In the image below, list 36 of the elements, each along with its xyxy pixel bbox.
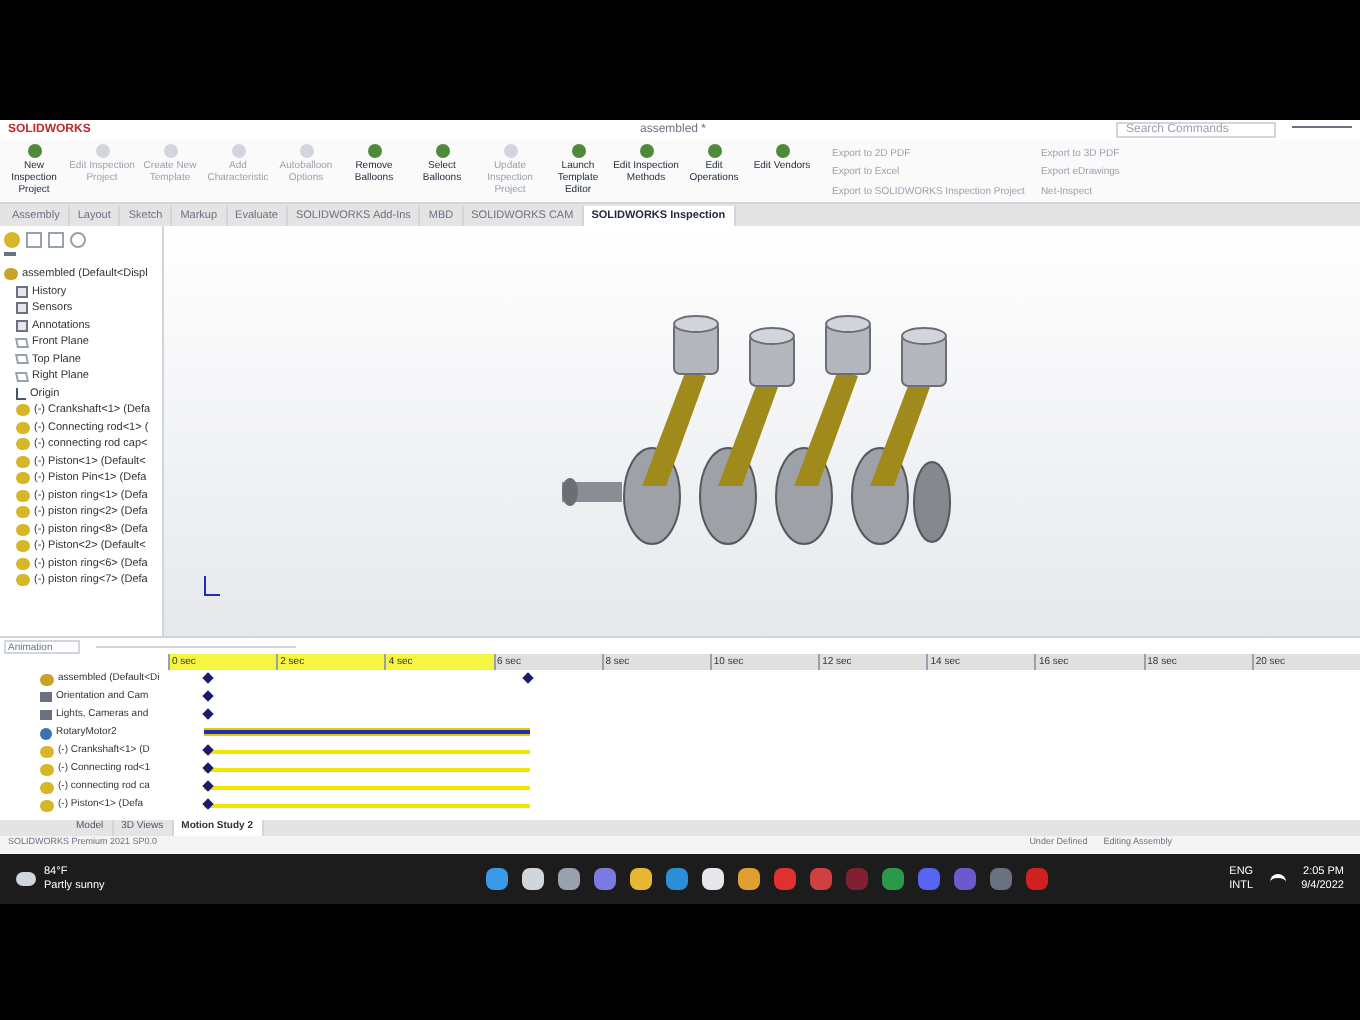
tool-icon <box>435 144 449 158</box>
key-point[interactable] <box>521 672 533 684</box>
key-point[interactable] <box>202 672 214 684</box>
motor-icon <box>40 727 52 739</box>
origin-icon <box>16 387 26 400</box>
component-timeline-bar[interactable] <box>204 804 530 808</box>
taskbar-app-icon[interactable] <box>629 868 652 890</box>
assembly-icon <box>4 268 18 281</box>
component-timeline-bar[interactable] <box>204 750 530 754</box>
weather-icon[interactable] <box>16 872 36 886</box>
key-point[interactable] <box>202 708 214 720</box>
taskbar-app-icon[interactable] <box>701 868 724 890</box>
tool-icon <box>775 144 789 158</box>
key-point[interactable] <box>202 762 214 774</box>
taskbar-app-icon[interactable] <box>737 868 760 890</box>
taskbar-app-icon[interactable] <box>521 868 544 890</box>
tool-icon <box>27 144 41 158</box>
configuration-icon[interactable] <box>48 232 64 248</box>
graphics-viewport[interactable] <box>164 226 1360 636</box>
tool-icon <box>707 144 721 158</box>
component-timeline-bar[interactable] <box>204 786 530 790</box>
key-point[interactable] <box>202 744 214 756</box>
tool-icon <box>639 144 653 158</box>
key-point[interactable] <box>202 798 214 810</box>
component-timeline-bar[interactable] <box>204 768 530 772</box>
taskbar-app-icon[interactable] <box>485 868 508 890</box>
tool-icon <box>571 144 585 158</box>
network-icon[interactable] <box>1269 873 1286 885</box>
tool-icon <box>367 144 381 158</box>
assembly-icon <box>40 673 54 685</box>
property-manager-icon[interactable] <box>26 232 42 248</box>
taskbar-app-icon[interactable] <box>557 868 580 890</box>
axis-triad-icon <box>204 576 220 596</box>
motor-timeline-bar[interactable] <box>204 728 530 736</box>
key-point[interactable] <box>202 690 214 702</box>
key-point[interactable] <box>202 780 214 792</box>
